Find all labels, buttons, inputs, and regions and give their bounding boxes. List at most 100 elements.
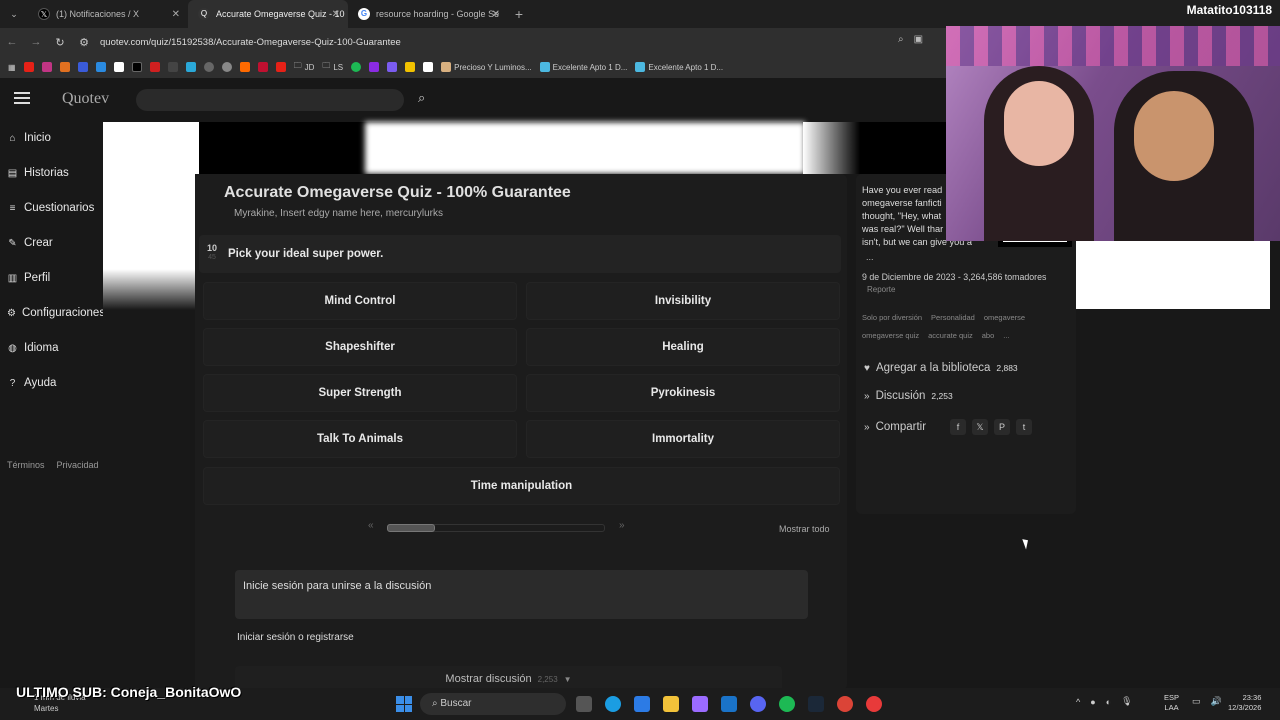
quiz-authors[interactable]: Myrakine, Insert edgy name here, mercury… — [234, 208, 443, 219]
instagram-icon[interactable] — [41, 62, 52, 72]
bookmark-icon[interactable] — [423, 62, 434, 72]
copilot-icon[interactable] — [692, 696, 708, 712]
answer-mind-control[interactable]: Mind Control — [203, 282, 517, 320]
chevron-up-icon[interactable]: ^ — [1076, 697, 1080, 707]
answer-immortality[interactable]: Immortality — [526, 420, 840, 458]
taskbar-search[interactable]: ⌕ Buscar — [420, 693, 566, 715]
tag[interactable]: ... — [1003, 331, 1009, 340]
volume-icon[interactable]: 🔊 — [1211, 696, 1222, 707]
tag[interactable]: abo — [982, 331, 995, 340]
bookmark-icon[interactable] — [77, 62, 88, 72]
close-icon[interactable]: ✕ — [492, 9, 500, 20]
steam-icon[interactable] — [808, 696, 824, 712]
discussion-button[interactable]: » Discusión 2,253 — [864, 390, 953, 402]
search-input[interactable] — [136, 89, 404, 111]
terms-link[interactable]: Términos — [7, 460, 45, 470]
answer-invisibility[interactable]: Invisibility — [526, 282, 840, 320]
bookmark-icon[interactable] — [149, 62, 160, 72]
tag[interactable]: omegaverse — [984, 313, 1025, 322]
answer-super-strength[interactable]: Super Strength — [203, 374, 517, 412]
tag[interactable]: accurate quiz — [928, 331, 973, 340]
tray-app-icon[interactable]: ● — [1090, 697, 1095, 707]
language-indicator[interactable]: ESP LAA — [1164, 693, 1179, 713]
tab-x-notifications[interactable]: 𝕏 (1) Notificaciones / X ✕ — [28, 0, 188, 28]
tab-google-search[interactable]: G resource hoarding - Google Se ✕ — [348, 0, 508, 28]
tag[interactable]: Personalidad — [931, 313, 975, 322]
discord-icon[interactable] — [750, 696, 766, 712]
bookmark-excelente-1[interactable]: Excelente Apto 1 D... — [539, 62, 627, 72]
share-label[interactable]: Compartir — [876, 421, 926, 433]
sidebar-item-perfil[interactable]: ▥ Perfil — [0, 264, 103, 292]
pager-prev-button[interactable]: « — [368, 520, 374, 531]
apps-icon[interactable]: ▦ — [8, 63, 16, 72]
edge-icon[interactable] — [605, 696, 621, 712]
bookmark-folder-ls[interactable]: 🗀 LS — [322, 60, 343, 74]
tag[interactable]: omegaverse quiz — [862, 331, 919, 340]
pager-thumb[interactable] — [387, 524, 435, 532]
new-tab-button[interactable]: + — [508, 6, 530, 22]
bookmark-icon[interactable] — [59, 62, 70, 72]
file-explorer-icon[interactable] — [663, 696, 679, 712]
sidebar-item-configuraciones[interactable]: ⚙ Configuraciones — [0, 299, 105, 327]
bookmark-folder-jd[interactable]: 🗀 JD — [294, 60, 315, 74]
privacy-link[interactable]: Privacidad — [57, 460, 99, 470]
screen-share-icon[interactable]: ▣ — [914, 34, 923, 45]
chrome-icon[interactable] — [837, 696, 853, 712]
pinterest-icon[interactable]: P — [994, 419, 1011, 435]
sidebar-item-idioma[interactable]: ◍ Idioma — [0, 334, 103, 362]
bookmark-excelente-2[interactable]: Excelente Apto 1 D... — [635, 62, 723, 72]
youtube-icon[interactable] — [23, 62, 34, 72]
sidebar-item-crear[interactable]: ✎ Crear — [0, 229, 103, 257]
x-icon[interactable] — [131, 62, 142, 72]
answer-healing[interactable]: Healing — [526, 328, 840, 366]
bookmark-icon[interactable] — [95, 62, 106, 72]
mail-icon[interactable] — [721, 696, 737, 712]
store-icon[interactable] — [634, 696, 650, 712]
answer-talk-to-animals[interactable]: Talk To Animals — [203, 420, 517, 458]
bookmark-icon[interactable] — [239, 62, 250, 72]
facebook-icon[interactable]: f — [950, 419, 967, 435]
forward-icon[interactable]: → — [24, 36, 48, 48]
tumblr-icon[interactable]: t — [1016, 419, 1033, 435]
bookmark-precioso[interactable]: Precioso Y Luminos... — [441, 62, 532, 72]
url-field[interactable]: quotev.com/quiz/15192538/Accurate-Omegav… — [100, 37, 401, 48]
bookmark-icon[interactable] — [257, 62, 268, 72]
answer-shapeshifter[interactable]: Shapeshifter — [203, 328, 517, 366]
answer-time-manipulation[interactable]: Time manipulation — [203, 467, 840, 505]
spotify-icon[interactable] — [779, 696, 795, 712]
tab-search-button[interactable]: ⌄ — [4, 4, 24, 24]
bookmark-icon[interactable] — [221, 62, 232, 72]
network-icon[interactable]: ▭ — [1192, 696, 1201, 707]
search-icon[interactable]: ⌕ — [418, 90, 425, 106]
menu-icon[interactable] — [14, 92, 30, 104]
task-view-icon[interactable] — [576, 696, 592, 712]
close-icon[interactable]: ✕ — [172, 9, 180, 20]
youtube-icon[interactable] — [275, 62, 286, 72]
bookmark-icon[interactable] — [369, 62, 380, 72]
globe-icon[interactable] — [203, 62, 214, 72]
bookmark-icon[interactable] — [185, 62, 196, 72]
report-link[interactable]: Reporte — [867, 285, 895, 294]
sidebar-item-cuestionarios[interactable]: ≡ Cuestionarios — [0, 194, 103, 222]
app-icon[interactable] — [866, 696, 882, 712]
sidebar-item-historias[interactable]: ▤ Historias — [0, 159, 103, 187]
bookmark-icon[interactable] — [405, 62, 416, 72]
sidebar-item-inicio[interactable]: ⌂ Inicio — [0, 124, 103, 152]
sidebar-item-ayuda[interactable]: ? Ayuda — [0, 369, 103, 397]
zoom-icon[interactable]: ⌕ — [898, 34, 904, 45]
microphone-icon[interactable]: 🎙 — [1121, 696, 1132, 707]
reload-icon[interactable]: ↻ — [48, 36, 72, 49]
tab-quotev-quiz[interactable]: Q Accurate Omegaverse Quiz - 10 ✕ — [188, 0, 348, 28]
answer-pyrokinesis[interactable]: Pyrokinesis — [526, 374, 840, 412]
login-register-button[interactable]: Iniciar sesión o registrarse — [237, 632, 354, 643]
close-icon[interactable]: ✕ — [332, 9, 340, 20]
site-info-icon[interactable]: ⚙ — [72, 36, 96, 49]
site-logo[interactable]: Quotev — [62, 90, 109, 108]
add-to-library-button[interactable]: ♥ Agregar a la biblioteca 2,883 — [864, 362, 1018, 374]
bookmark-icon[interactable] — [351, 62, 362, 72]
back-icon[interactable]: ← — [0, 36, 24, 48]
bookmark-icon[interactable] — [113, 62, 124, 72]
windows-start-icon[interactable] — [396, 696, 412, 712]
tray-app-icon[interactable]: ◐ — [1106, 697, 1111, 707]
clock[interactable]: 23:36 12/3/2026 — [1228, 693, 1261, 713]
